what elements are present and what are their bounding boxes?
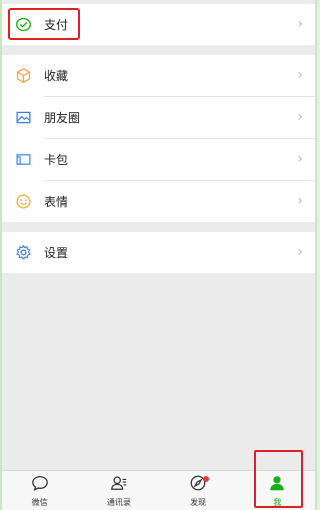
chevron-right-icon: › (297, 67, 303, 83)
menu-item-favorites[interactable]: 收藏 › (0, 55, 317, 96)
chevron-right-icon: › (297, 16, 303, 32)
tab-label: 发现 (190, 498, 207, 507)
favorites-icon (14, 67, 32, 85)
chats-icon (31, 474, 49, 496)
menu-item-label: 表情 (44, 195, 69, 209)
tab-label: 通讯录 (106, 498, 131, 507)
menu-group: 收藏 › 朋友圈 › 卡包 › 表情 › (0, 55, 317, 222)
tab-chats[interactable]: 微信 (0, 471, 79, 510)
menu-item-label: 朋友圈 (44, 111, 81, 125)
chevron-right-icon: › (297, 109, 303, 125)
menu-item-label: 收藏 (44, 69, 69, 83)
settings-icon (14, 244, 32, 262)
sticker-icon (14, 193, 32, 211)
card-wallet-icon (14, 151, 32, 169)
menu-item-stickers[interactable]: 表情 › (0, 181, 317, 222)
chevron-right-icon: › (297, 193, 303, 209)
tab-discover[interactable]: 发现 (159, 471, 238, 510)
chevron-right-icon: › (297, 151, 303, 167)
menu-item-settings[interactable]: 设置 › (0, 232, 317, 273)
notification-dot-icon (203, 476, 210, 482)
highlight-box-me-tab (254, 450, 303, 508)
highlight-box-pay (8, 8, 80, 40)
moments-icon (14, 109, 32, 127)
settings-group: 设置 › (0, 232, 317, 273)
menu-item-label: 卡包 (44, 153, 69, 167)
menu-item-card-wallet[interactable]: 卡包 › (0, 139, 317, 180)
chevron-right-icon: › (297, 244, 303, 260)
menu-item-moments[interactable]: 朋友圈 › (0, 97, 317, 138)
menu-item-label: 设置 (44, 246, 69, 260)
tab-label: 微信 (31, 498, 48, 507)
contacts-icon (110, 474, 128, 496)
tab-contacts[interactable]: 通讯录 (79, 471, 158, 510)
